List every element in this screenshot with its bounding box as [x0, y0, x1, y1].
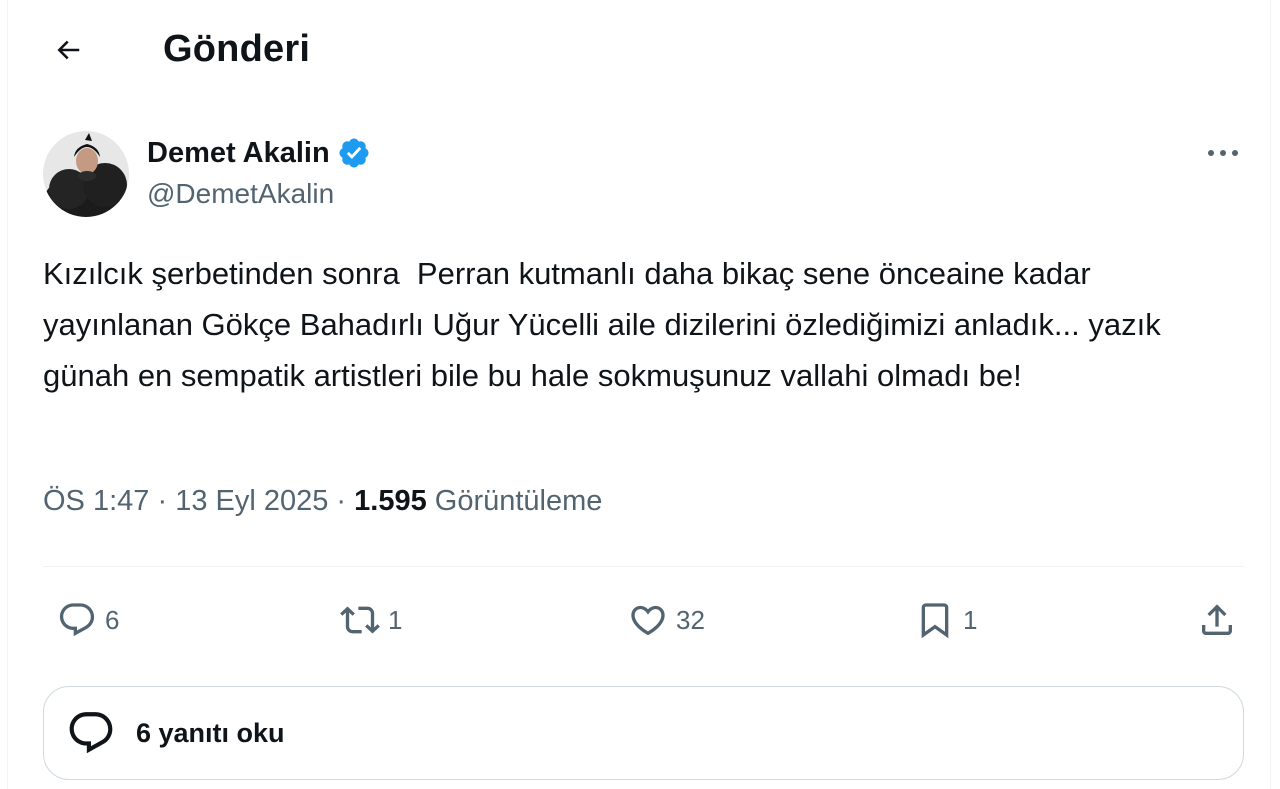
read-replies-label: 6 yanıtı oku: [136, 717, 285, 748]
bookmark-button[interactable]: 1: [915, 592, 977, 648]
author-handle[interactable]: @DemetAkalin: [147, 178, 334, 210]
repost-count: 1: [388, 604, 403, 635]
post-date[interactable]: 13 Eyl 2025: [175, 485, 328, 518]
reply-icon: [57, 600, 97, 640]
verified-badge-icon: [337, 136, 371, 170]
like-button[interactable]: 32: [628, 592, 705, 648]
divider: [43, 566, 1244, 567]
page-title: Gönderi: [163, 28, 311, 70]
meta-separator: ·: [328, 485, 355, 517]
post-metadata: ÖS 1:47 · 13 Eyl 2025 · 1.595 Görüntülem…: [43, 485, 602, 518]
back-button[interactable]: [42, 26, 94, 78]
share-button[interactable]: [1197, 592, 1237, 648]
arrow-left-icon: [53, 35, 83, 70]
post-time[interactable]: ÖS 1:47: [43, 485, 149, 518]
post-page: Gönderi Demet Akalin @DemetAkalin Kızılc…: [7, 0, 1271, 789]
repost-button[interactable]: 1: [340, 592, 402, 648]
reply-button[interactable]: 6: [57, 592, 119, 648]
page-header: Gönderi: [8, 0, 1270, 100]
heart-icon: [628, 600, 668, 640]
repost-icon: [340, 600, 380, 640]
speech-bubble-icon: [64, 706, 118, 760]
read-replies-button[interactable]: 6 yanıtı oku: [43, 686, 1244, 780]
meta-separator: ·: [149, 485, 176, 517]
share-icon: [1197, 600, 1237, 640]
views-label: Görüntüleme: [426, 485, 603, 517]
action-bar: 6 1 32 1: [43, 592, 1244, 648]
bookmark-count: 1: [963, 604, 978, 635]
more-horizontal-icon: [1206, 145, 1240, 163]
views-count: 1.595: [354, 485, 427, 517]
author-display-name[interactable]: Demet Akalin: [147, 137, 330, 170]
bookmark-icon: [915, 600, 955, 640]
more-options-button[interactable]: [1200, 134, 1246, 174]
reply-count: 6: [105, 604, 120, 635]
author-name-row: Demet Akalin: [147, 134, 371, 172]
post-text: Kızılcık şerbetinden sonra Perran kutman…: [43, 256, 1170, 393]
like-count: 32: [676, 604, 705, 635]
avatar[interactable]: [43, 131, 129, 217]
